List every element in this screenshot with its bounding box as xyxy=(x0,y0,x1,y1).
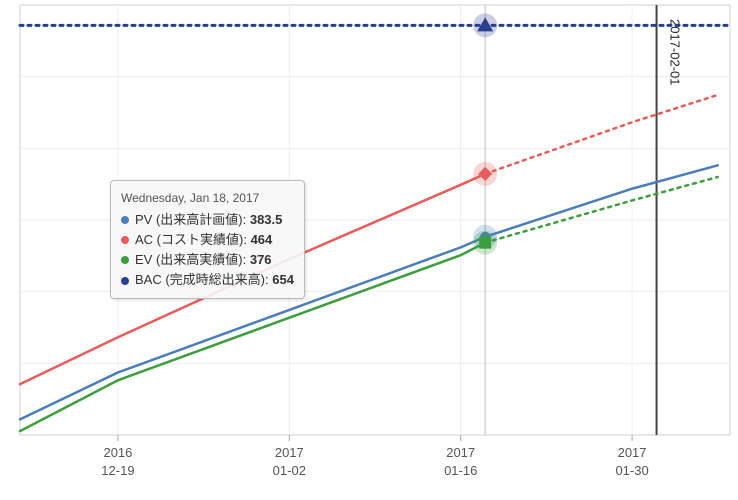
tooltip-series-name: PV (出来高計画値): xyxy=(135,212,250,227)
ac-projection xyxy=(485,95,718,174)
tooltip-series-name: BAC (完成時総出来高): xyxy=(135,272,272,287)
chart-tooltip: Wednesday, Jan 18, 2017 PV (出来高計画値): 383… xyxy=(110,180,305,299)
tooltip-date: Wednesday, Jan 18, 2017 xyxy=(121,189,294,208)
x-tick-label: 2017 xyxy=(618,445,647,460)
evm-chart: 2016 12-19 2017 01-02 2017 01-16 2017 01-30 2017… xyxy=(0,0,738,500)
x-tick-label: 01-16 xyxy=(444,463,477,478)
tooltip-row-ac: AC (コスト実績値): 464 xyxy=(121,230,294,250)
legend-dot-icon xyxy=(121,236,129,244)
tooltip-row-pv: PV (出来高計画値): 383.5 xyxy=(121,210,294,230)
tooltip-row-ev: EV (出来高実績値): 376 xyxy=(121,250,294,270)
tooltip-series-value: 376 xyxy=(250,252,272,267)
legend-dot-icon xyxy=(121,277,129,285)
legend-dot-icon xyxy=(121,216,129,224)
reference-date-label: 2017-02-01 xyxy=(668,19,683,86)
x-tick-label: 01-02 xyxy=(273,463,306,478)
legend-dot-icon xyxy=(121,256,129,264)
ev-marker xyxy=(479,237,491,249)
tooltip-series-name: AC (コスト実績値): xyxy=(135,232,251,247)
tooltip-series-value: 464 xyxy=(251,232,273,247)
x-tick-label: 2017 xyxy=(275,445,304,460)
x-tick-label: 12-19 xyxy=(101,463,134,478)
tooltip-row-bac: BAC (完成時総出来高): 654 xyxy=(121,270,294,290)
tooltip-series-value: 383.5 xyxy=(250,212,283,227)
ev-projection xyxy=(485,177,718,243)
x-tick-label: 2016 xyxy=(103,445,132,460)
tooltip-series-name: EV (出来高実績値): xyxy=(135,252,250,267)
x-tick-label: 2017 xyxy=(446,445,475,460)
tooltip-series-value: 654 xyxy=(272,272,294,287)
x-tick-label: 01-30 xyxy=(615,463,648,478)
